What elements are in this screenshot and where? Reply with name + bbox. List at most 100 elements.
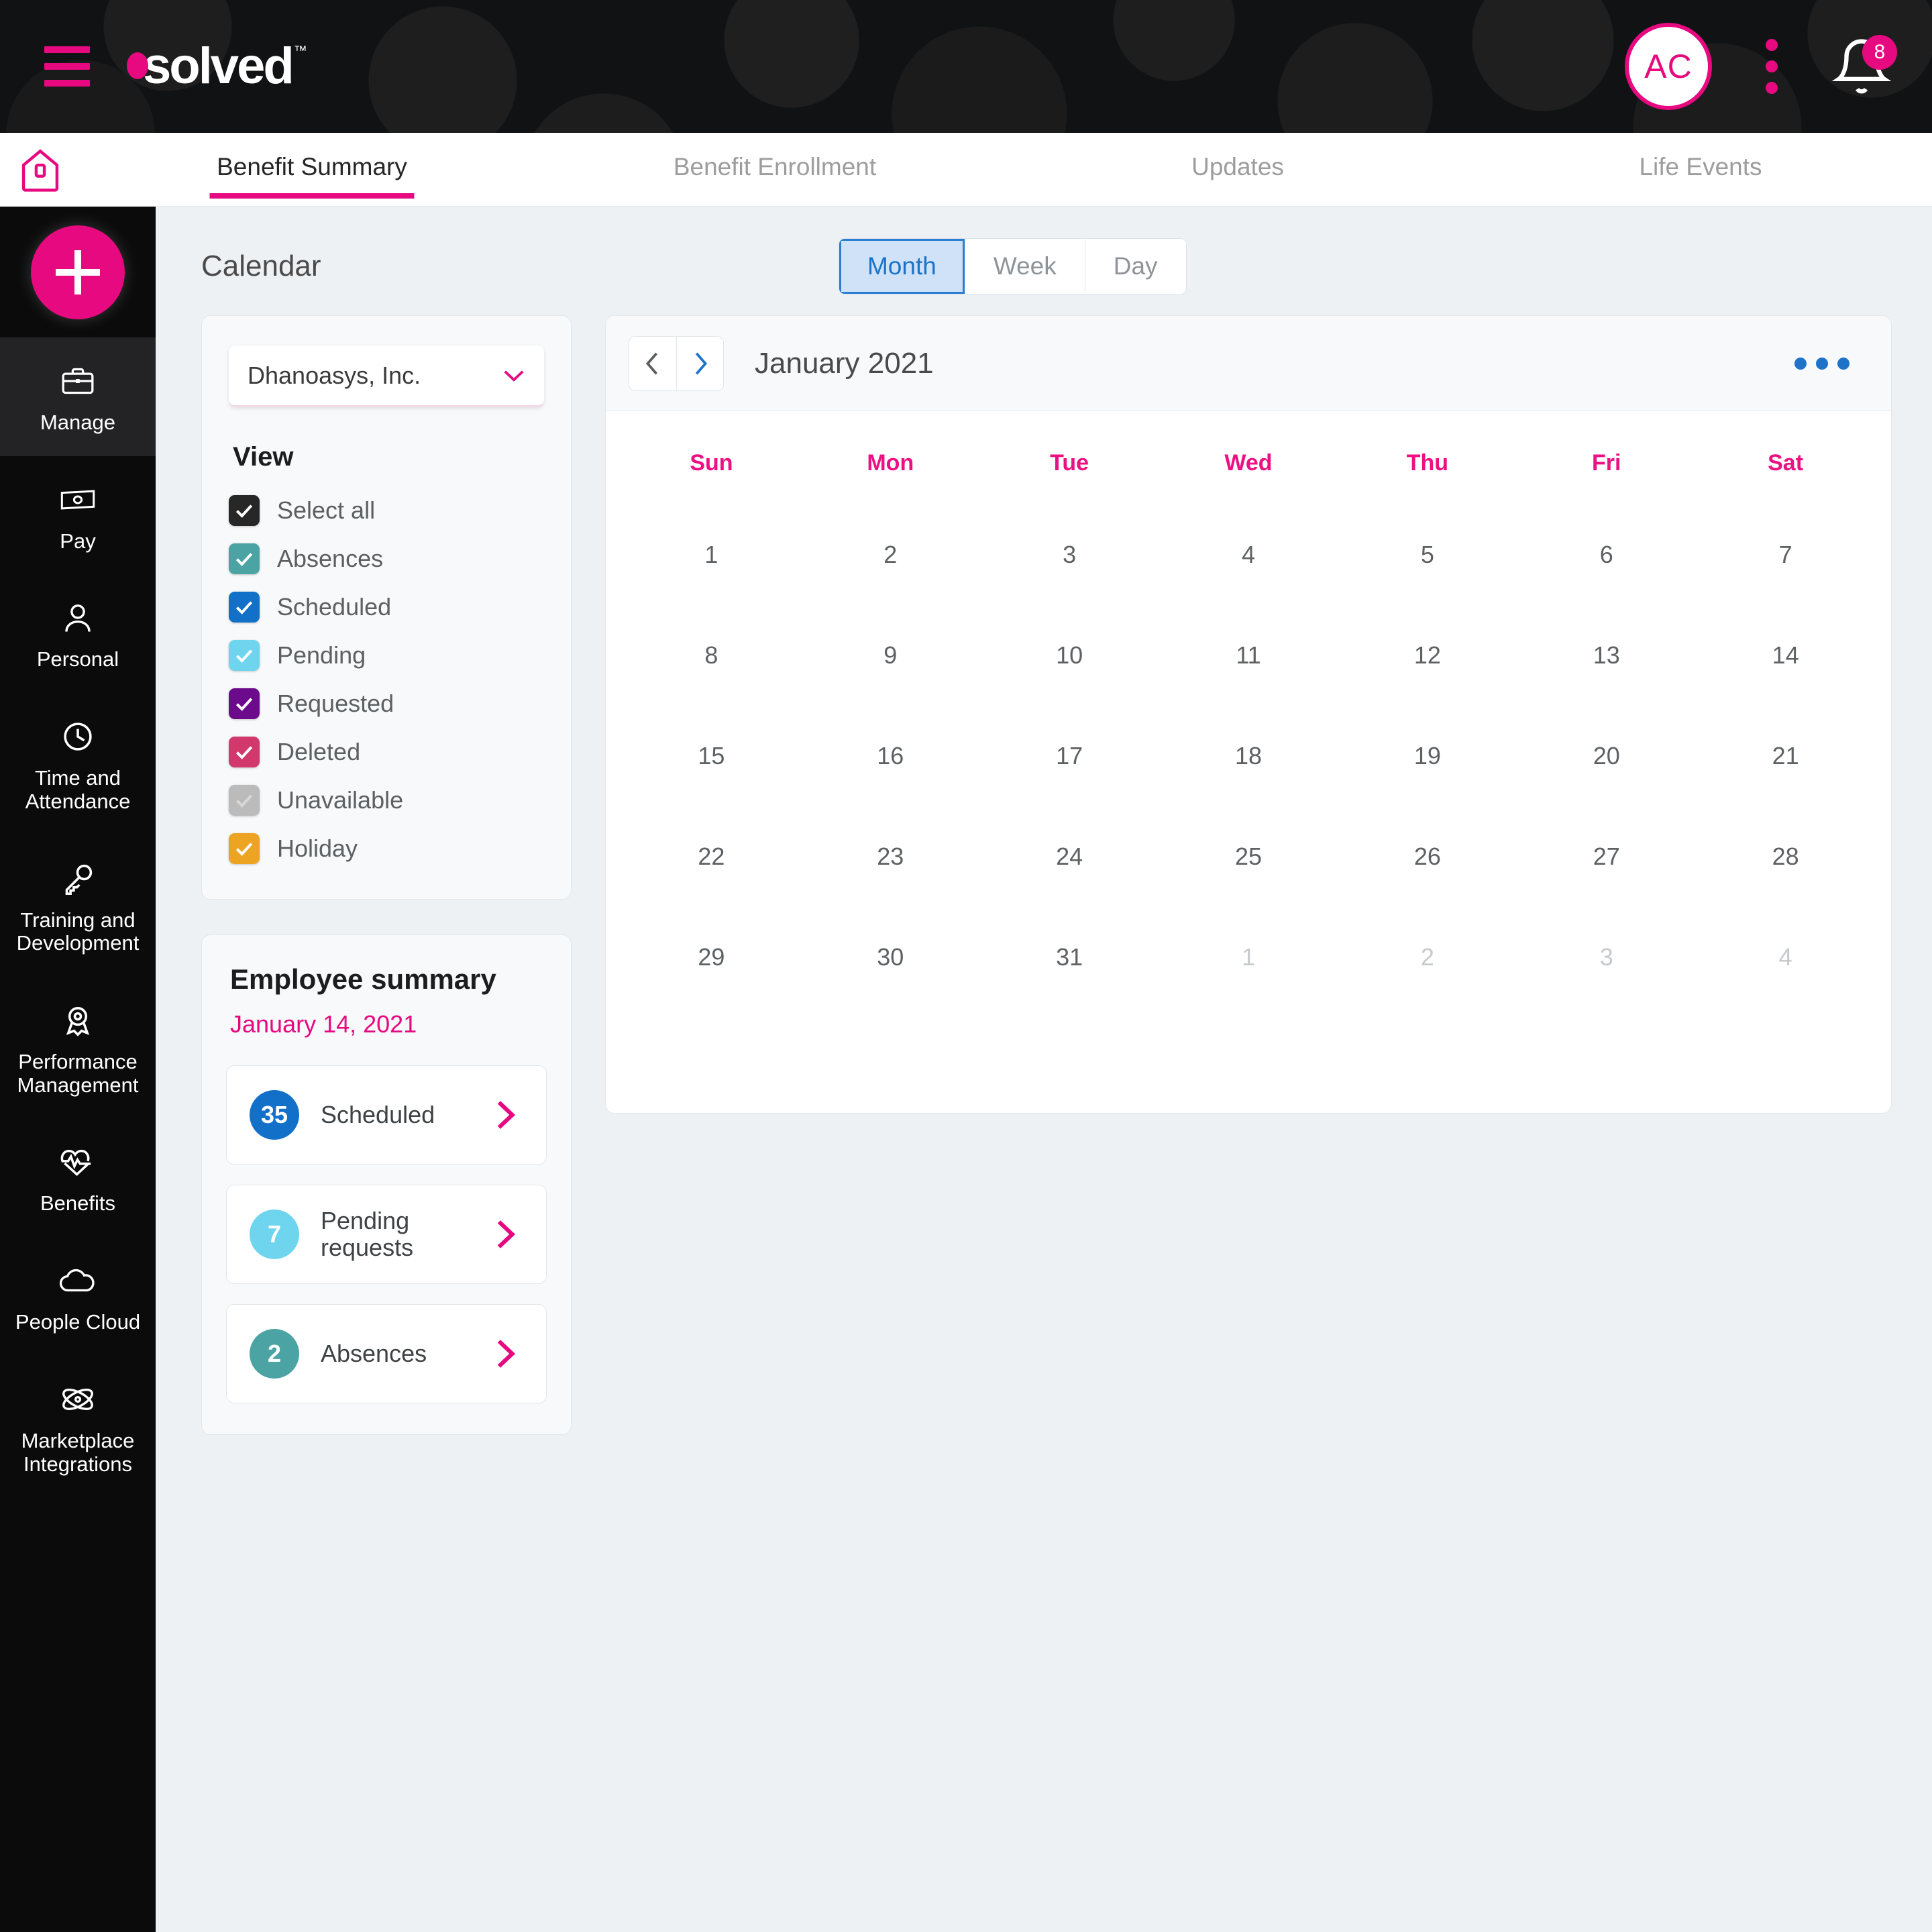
calendar-day[interactable]: 19 <box>1338 738 1517 839</box>
isolved-logo[interactable]: solved ™ <box>127 41 307 92</box>
checkbox-label: Unavailable <box>277 786 404 814</box>
checkbox-pending[interactable]: Pending <box>229 640 544 671</box>
calendar-day[interactable]: 3 <box>1517 939 1696 1040</box>
view-filter-card: Dhanoasys, Inc. View Select all Absences… <box>201 315 572 900</box>
sidebar-item-label: Training and Development <box>16 908 140 955</box>
calendar-options-button[interactable] <box>1784 347 1860 380</box>
checkbox-box <box>229 833 260 864</box>
calendar-day[interactable]: 21 <box>1696 738 1875 839</box>
calendar-day[interactable]: 27 <box>1517 839 1696 939</box>
calendar-day[interactable]: 14 <box>1696 637 1875 738</box>
checkbox-select-all[interactable]: Select all <box>229 495 544 526</box>
checkbox-deleted[interactable]: Deleted <box>229 737 544 767</box>
calendar-day[interactable]: 25 <box>1159 839 1338 939</box>
home-button[interactable] <box>0 146 80 194</box>
calendar-day[interactable]: 22 <box>622 839 801 939</box>
checkbox-scheduled[interactable]: Scheduled <box>229 592 544 623</box>
calendar-day[interactable]: 1 <box>622 537 801 637</box>
checkbox-unavailable[interactable]: Unavailable <box>229 785 544 816</box>
calendar-day[interactable]: 28 <box>1696 839 1875 939</box>
calendar-header: January 2021 <box>606 316 1891 411</box>
view-mode-day[interactable]: Day <box>1084 239 1186 294</box>
checkbox-requested[interactable]: Requested <box>229 688 544 719</box>
add-button[interactable] <box>31 225 125 319</box>
sidebar-item-label: Time and Attendance <box>25 766 131 813</box>
checkbox-holiday[interactable]: Holiday <box>229 833 544 864</box>
calendar-day[interactable]: 3 <box>980 537 1159 637</box>
view-mode-month[interactable]: Month <box>839 239 965 294</box>
calendar-day[interactable]: 9 <box>801 637 980 738</box>
tab-updates[interactable]: Updates <box>1006 141 1469 199</box>
checkbox-box <box>229 737 260 767</box>
page-title: Calendar <box>201 250 321 282</box>
content-header: Calendar Month Week Day <box>156 207 1932 315</box>
tab-benefit-summary[interactable]: Benefit Summary <box>80 141 543 199</box>
day-header-fri: Fri <box>1592 450 1621 476</box>
check-icon <box>235 698 253 711</box>
calendar-day[interactable]: 2 <box>1338 939 1517 1040</box>
more-vertical-icon[interactable] <box>1752 32 1791 101</box>
company-select[interactable]: Dhanoasys, Inc. <box>229 345 544 407</box>
view-mode-toggle: Month Week Day <box>839 239 1186 294</box>
calendar-day[interactable]: 16 <box>801 738 980 839</box>
heartbeat-icon <box>5 1141 150 1183</box>
dot <box>1794 357 1807 370</box>
calendar-day[interactable]: 1 <box>1159 939 1338 1040</box>
dot <box>1837 357 1849 370</box>
summary-row-scheduled[interactable]: 35 Scheduled <box>226 1065 547 1165</box>
sidebar-item-time-and-attendance[interactable]: Time and Attendance <box>0 693 156 835</box>
sidebar-item-personal[interactable]: Personal <box>0 574 156 693</box>
notifications-button[interactable]: 8 <box>1831 35 1897 97</box>
calendar-prev-button[interactable] <box>629 336 676 390</box>
kebab-dot <box>1766 39 1778 51</box>
calendar-day[interactable]: 4 <box>1159 537 1338 637</box>
calendar-day[interactable]: 2 <box>801 537 980 637</box>
sidebar-item-training-and-development[interactable]: Training and Development <box>0 835 156 977</box>
avatar[interactable]: AC <box>1625 23 1712 110</box>
tab-benefit-enrollment[interactable]: Benefit Enrollment <box>543 141 1006 199</box>
sidebar-item-marketplace-integrations[interactable]: Marketplace Integrations <box>0 1356 156 1497</box>
calendar-day[interactable]: 26 <box>1338 839 1517 939</box>
hamburger-menu-icon[interactable] <box>44 46 90 87</box>
calendar-month-label: January 2021 <box>755 346 934 380</box>
dot <box>1816 357 1828 370</box>
calendar-day[interactable]: 10 <box>980 637 1159 738</box>
calendar-day[interactable]: 23 <box>801 839 980 939</box>
sidebar-item-people-cloud[interactable]: People Cloud <box>0 1237 156 1356</box>
sidebar-item-performance-management[interactable]: Performance Management <box>0 977 156 1118</box>
calendar-day[interactable]: 8 <box>622 637 801 738</box>
calendar-day[interactable]: 6 <box>1517 537 1696 637</box>
employee-summary-date: January 14, 2021 <box>230 1010 417 1038</box>
calendar-day[interactable]: 17 <box>980 738 1159 839</box>
calendar-day[interactable]: 4 <box>1696 939 1875 1040</box>
calendar-day[interactable]: 30 <box>801 939 980 1040</box>
calendar-day[interactable]: 20 <box>1517 738 1696 839</box>
day-header-wed: Wed <box>1224 450 1273 476</box>
sidebar-item-pay[interactable]: Pay <box>0 456 156 575</box>
calendar-day[interactable]: 7 <box>1696 537 1875 637</box>
cloud-icon <box>5 1260 150 1301</box>
sidebar-item-benefits[interactable]: Benefits <box>0 1118 156 1237</box>
calendar-day[interactable]: 5 <box>1338 537 1517 637</box>
top-header-bar: solved ™ AC 8 <box>0 0 1932 133</box>
summary-row-pending-requests[interactable]: 7 Pending requests <box>226 1185 547 1284</box>
checkbox-label: Pending <box>277 641 366 669</box>
check-icon <box>235 601 253 614</box>
tab-life-events[interactable]: Life Events <box>1469 141 1932 199</box>
calendar-day[interactable]: 29 <box>622 939 801 1040</box>
view-section-heading: View <box>233 442 294 472</box>
summary-row-absences[interactable]: 2 Absences <box>226 1304 547 1403</box>
calendar-day[interactable]: 18 <box>1159 738 1338 839</box>
calendar-next-button[interactable] <box>676 336 723 390</box>
calendar-day[interactable]: 13 <box>1517 637 1696 738</box>
calendar-day[interactable]: 12 <box>1338 637 1517 738</box>
sidebar-item-manage[interactable]: Manage <box>0 337 156 456</box>
calendar-day[interactable]: 24 <box>980 839 1159 939</box>
view-mode-week[interactable]: Week <box>964 239 1085 294</box>
calendar-day[interactable]: 15 <box>622 738 801 839</box>
checkbox-absences[interactable]: Absences <box>229 543 544 574</box>
calendar-day[interactable]: 31 <box>980 939 1159 1040</box>
atom-icon <box>5 1379 150 1420</box>
calendar-day[interactable]: 11 <box>1159 637 1338 738</box>
sidebar-item-label: Performance Management <box>17 1050 139 1097</box>
